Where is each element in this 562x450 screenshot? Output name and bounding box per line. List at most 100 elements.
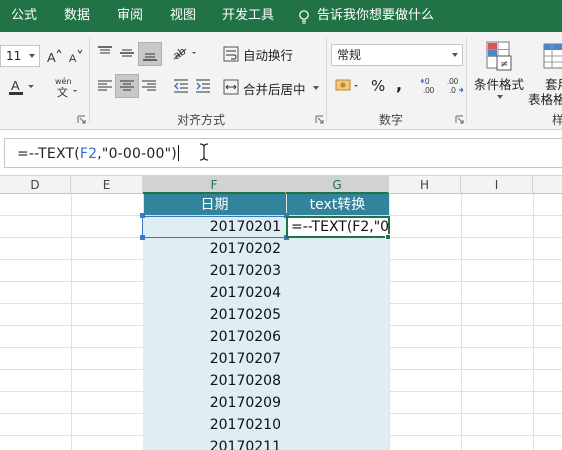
column-header-e[interactable]: E <box>71 176 143 194</box>
accounting-format-button[interactable] <box>333 75 363 97</box>
merge-center-label[interactable]: 合并后居中 <box>243 79 306 98</box>
conditional-format-chevron-icon[interactable] <box>497 95 503 99</box>
tab-data[interactable]: 数据 <box>64 0 90 32</box>
ribbon-tab-bar: 公式 数据 审阅 视图 开发工具 告诉我你想要做什么 <box>0 0 562 32</box>
wrap-text-icon <box>223 46 239 62</box>
formula-reference-outline <box>142 216 287 238</box>
column-header-i[interactable]: I <box>461 176 533 194</box>
merge-dropdown-chevron-icon[interactable] <box>313 86 319 90</box>
convert-cell[interactable] <box>286 282 389 304</box>
svg-text:A: A <box>69 53 77 64</box>
convert-cell[interactable] <box>286 414 389 436</box>
date-cell[interactable]: 20170202 <box>143 238 286 260</box>
increase-decimal-button[interactable]: 0 .00 <box>419 75 441 97</box>
fill-handle[interactable] <box>385 234 391 240</box>
svg-text:.00: .00 <box>447 77 459 86</box>
accounting-icon <box>335 79 358 91</box>
increase-indent-icon <box>196 79 210 93</box>
middle-align-button[interactable] <box>116 42 138 64</box>
date-cell[interactable]: 20170203 <box>143 260 286 282</box>
svg-text:wén: wén <box>55 76 72 86</box>
date-cell[interactable]: 20170206 <box>143 326 286 348</box>
convert-cell[interactable] <box>286 370 389 392</box>
alignment-dialog-launcher-icon[interactable] <box>315 115 324 124</box>
font-color-button[interactable]: A <box>6 76 36 98</box>
column-header-j[interactable] <box>533 176 562 194</box>
convert-cell[interactable] <box>286 392 389 414</box>
svg-text:文: 文 <box>57 85 68 99</box>
tab-developer[interactable]: 开发工具 <box>222 0 274 32</box>
convert-cell[interactable] <box>286 238 389 260</box>
align-right-button[interactable] <box>138 75 160 97</box>
column-header-d[interactable]: D <box>0 176 71 194</box>
date-cell[interactable]: 20170210 <box>143 414 286 436</box>
comma-style-button[interactable]: , <box>396 75 402 94</box>
date-cell[interactable]: 20170205 <box>143 304 286 326</box>
format-as-table-button[interactable] <box>540 38 562 74</box>
top-align-icon <box>98 46 112 54</box>
tell-me-search[interactable]: 告诉我你想要做什么 <box>317 0 434 32</box>
decrease-indent-button[interactable] <box>170 75 192 97</box>
decrease-decimal-button[interactable]: .00 .0 <box>443 75 465 97</box>
reference-corner-handle[interactable] <box>140 213 145 218</box>
date-cell[interactable]: 20170208 <box>143 370 286 392</box>
increase-indent-button[interactable] <box>192 75 214 97</box>
date-cell[interactable]: 20170211 <box>143 436 286 450</box>
tab-view[interactable]: 视图 <box>170 0 196 32</box>
increase-font-button[interactable]: A <box>45 46 63 66</box>
align-left-button[interactable] <box>94 75 116 97</box>
header-cell-date[interactable]: 日期 <box>143 194 286 216</box>
svg-text:A: A <box>47 50 56 64</box>
convert-cell[interactable] <box>286 304 389 326</box>
font-size-dropdown[interactable]: 11 <box>0 45 40 67</box>
svg-text:≠: ≠ <box>500 59 508 70</box>
conditional-format-label[interactable]: 条件格式 <box>474 74 524 93</box>
svg-text:.0: .0 <box>449 86 456 95</box>
header-cell-text-convert[interactable]: text转换 <box>286 194 389 216</box>
ibeam-cursor-icon <box>199 143 209 161</box>
tab-review[interactable]: 审阅 <box>117 0 143 32</box>
convert-cell[interactable] <box>286 326 389 348</box>
convert-cell[interactable] <box>286 260 389 282</box>
column-header-f[interactable]: F <box>143 176 286 194</box>
bottom-align-button[interactable] <box>138 42 162 66</box>
date-cell[interactable]: 20170207 <box>143 348 286 370</box>
worksheet-grid[interactable]: 日期 text转换 20170201 20170202 20170203 201702… <box>0 194 562 450</box>
group-separator <box>326 38 327 122</box>
date-cell[interactable]: 20170209 <box>143 392 286 414</box>
wrap-text-button[interactable] <box>222 44 240 64</box>
phonetic-guide-icon: wén 文 <box>55 76 77 99</box>
formula-input[interactable]: =--TEXT(F2,"0-00-00") <box>4 138 562 168</box>
convert-cell[interactable] <box>286 348 389 370</box>
tab-formulas[interactable]: 公式 <box>11 0 37 32</box>
font-size-value: 11 <box>6 49 22 63</box>
wrap-text-label[interactable]: 自动换行 <box>243 45 293 64</box>
ribbon: 11 A A A wén 文 自动换行 合并后居中 对齐方式 常规 % , 0 … <box>0 32 562 130</box>
column-header-h[interactable]: H <box>389 176 461 194</box>
column-header-g[interactable]: G <box>286 176 389 194</box>
merge-center-button[interactable] <box>222 77 240 97</box>
phonetic-guide-button[interactable]: wén 文 <box>52 74 80 100</box>
date-cell[interactable]: 20170204 <box>143 282 286 304</box>
format-as-table-label-bottom[interactable]: 表格格 <box>528 89 562 108</box>
percent-style-button[interactable]: % <box>371 77 385 95</box>
text-orientation-icon: ab <box>171 45 196 62</box>
reference-corner-handle[interactable] <box>140 235 145 240</box>
number-dialog-launcher-icon[interactable] <box>455 115 464 124</box>
align-center-button[interactable] <box>115 74 139 98</box>
orientation-button[interactable]: ab <box>170 42 200 64</box>
top-align-button[interactable] <box>94 42 116 64</box>
convert-cell[interactable] <box>286 436 389 450</box>
conditional-format-button[interactable]: ≠ <box>480 38 518 74</box>
align-center-icon <box>120 80 134 91</box>
number-group-label: 数字 <box>379 113 404 127</box>
decrease-font-button[interactable]: A <box>67 46 85 66</box>
lightbulb-icon <box>299 10 309 24</box>
number-format-dropdown[interactable]: 常规 <box>331 44 463 66</box>
active-edit-cell[interactable]: =--TEXT(F2,"0 <box>286 216 390 238</box>
chevron-down-icon <box>452 53 458 57</box>
merge-center-icon <box>223 79 239 95</box>
conditional-format-icon: ≠ <box>486 41 512 71</box>
increase-decimal-icon: 0 .00 <box>420 77 435 95</box>
font-dialog-launcher-icon[interactable] <box>77 115 86 124</box>
